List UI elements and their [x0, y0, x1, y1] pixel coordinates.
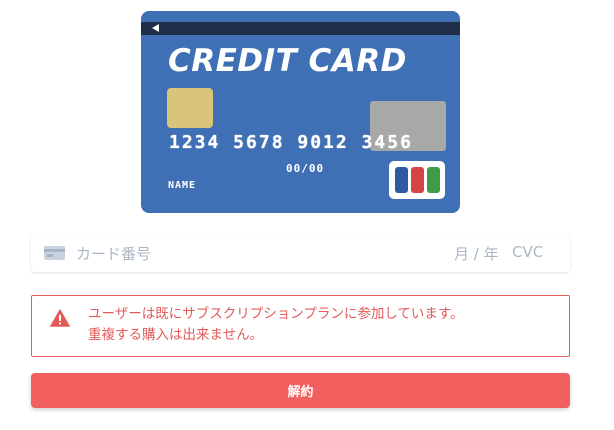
error-message-line-2: 重複する購入は出来ません。 — [88, 327, 264, 343]
card-number-input[interactable]: カード番号 月 / 年 CVC — [31, 233, 570, 272]
expiry-placeholder: 月 / 年 — [454, 245, 499, 263]
warning-icon — [50, 309, 70, 327]
subscription-cancel-page: CREDIT CARD 1234 5678 9012 3456 00/00 NA… — [0, 0, 614, 430]
card-number: 1234 5678 9012 3456 — [169, 132, 413, 153]
card-arrow-icon — [152, 24, 159, 32]
card-chip — [167, 88, 213, 128]
cvc-placeholder: CVC — [512, 243, 544, 261]
card-brand-logo — [389, 161, 445, 199]
card-magnetic-strip — [141, 22, 460, 35]
brand-bar-blue — [394, 167, 408, 193]
card-number-placeholder: カード番号 — [76, 245, 152, 263]
credit-card-illustration: CREDIT CARD 1234 5678 9012 3456 00/00 NA… — [141, 11, 460, 213]
error-message-line-1: ユーザーは既にサブスクリプションプランに参加しています。 — [88, 306, 464, 322]
card-holder-name: NAME — [168, 180, 197, 191]
error-alert: ユーザーは既にサブスクリプションプランに参加しています。 重複する購入は出来ませ… — [31, 295, 570, 357]
card-expiry: 00/00 — [286, 162, 325, 175]
card-title: CREDIT CARD — [168, 43, 407, 79]
brand-bar-red — [410, 167, 424, 193]
error-message: ユーザーは既にサブスクリプションプランに参加しています。 重複する購入は出来ませ… — [88, 304, 558, 346]
cancel-subscription-button[interactable]: 解約 — [31, 373, 570, 408]
brand-bar-green — [426, 167, 440, 193]
credit-card-icon — [44, 246, 65, 260]
